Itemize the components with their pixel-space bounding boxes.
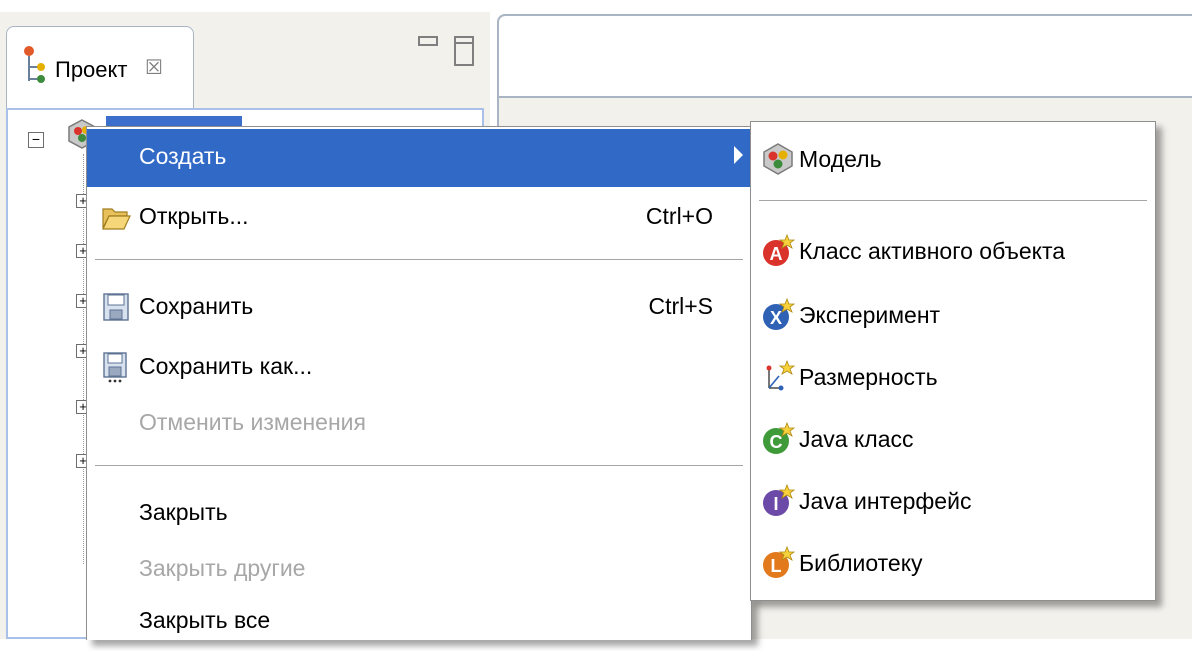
library-icon: L [763,546,795,578]
submenu-item-active-object-class[interactable]: A Класс активного объекта [751,224,1155,278]
menu-item-create[interactable]: Создать [87,129,751,187]
menu-item-label: Сохранить как... [139,353,313,379]
menu-item-accelerator: Ctrl+S [648,293,713,319]
submenu-item-experiment[interactable]: X Эксперимент [751,288,1155,342]
menu-separator [95,259,743,260]
context-menu: Создать Открыть... Ctrl+O Сохранить Ctrl… [86,126,752,640]
submenu-item-java-interface[interactable]: I Java интерфейс [751,474,1155,528]
submenu-item-java-class[interactable]: C Java класс [751,412,1155,466]
svg-text:X: X [770,308,782,328]
folder-open-icon [102,208,131,230]
tree-guide-line [83,154,84,564]
menu-item-open[interactable]: Открыть... Ctrl+O [87,189,751,247]
active-object-class-icon: A [763,234,795,266]
submenu-item-label: Размерность [799,364,938,390]
menu-item-accelerator: Ctrl+O [645,203,713,229]
maximize-icon[interactable] [454,36,474,66]
menu-item-revert[interactable]: Отменить изменения [87,395,751,453]
menu-item-label: Отменить изменения [139,409,366,435]
model-icon [763,143,793,175]
submenu-item-label: Java интерфейс [799,488,972,514]
menu-item-label: Закрыть другие [139,555,306,581]
java-interface-icon: I [763,484,795,516]
submenu-item-label: Эксперимент [799,302,941,328]
tab-project-label: Проект [55,57,128,82]
floppy-save-icon [103,293,129,321]
svg-text:L: L [771,556,782,576]
submenu-item-label: Класс активного объекта [799,238,1066,264]
menu-item-label: Создать [139,143,227,169]
menu-item-close[interactable]: Закрыть [87,485,751,543]
dimension-icon [766,360,795,391]
svg-text:A: A [770,244,783,264]
svg-text:I: I [773,494,778,514]
create-submenu: Модель A Класс активного объекта X Экспе… [750,121,1156,601]
menu-item-close-all[interactable]: Закрыть все [87,593,751,651]
tree-collapse-icon[interactable]: − [28,132,44,148]
experiment-icon: X [763,298,795,330]
submenu-item-label: Библиотеку [799,550,923,576]
tab-project[interactable]: Проект ☒ [6,26,194,109]
floppy-save-as-icon [103,352,127,383]
submenu-item-library[interactable]: L Библиотеку [751,536,1155,590]
submenu-arrow-icon [734,146,743,164]
java-class-icon: C [763,422,795,454]
menu-item-close-others[interactable]: Закрыть другие [87,541,751,599]
menu-item-label: Закрыть все [139,607,271,633]
editor-tab-bar [499,16,1192,98]
menu-item-label: Открыть... [139,203,249,229]
submenu-item-model[interactable]: Модель [751,132,1155,186]
close-icon[interactable]: ☒ [145,55,163,80]
menu-item-save[interactable]: Сохранить Ctrl+S [87,279,751,337]
submenu-item-label: Модель [799,146,882,172]
minimize-icon[interactable] [418,36,438,46]
svg-text:C: C [770,432,783,452]
menu-item-label: Сохранить [139,293,254,319]
submenu-separator [759,200,1147,201]
menu-separator [95,465,743,466]
project-icon [24,46,45,83]
submenu-item-label: Java класс [799,426,914,452]
menu-item-save-as[interactable]: Сохранить как... [87,339,751,397]
submenu-item-dimension[interactable]: Размерность [751,350,1155,404]
menu-item-label: Закрыть [139,499,228,525]
